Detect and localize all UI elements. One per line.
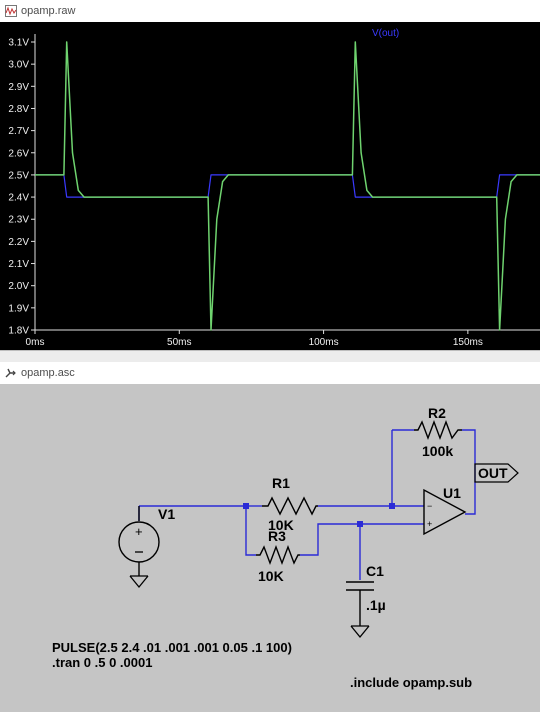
y-tick-label: 1.9V (8, 303, 29, 314)
include-directive[interactable]: .include opamp.sub (350, 675, 472, 690)
schematic-canvas[interactable]: + V1 R1 10K R3 10K R2 100k C1 .1µ − + U1… (0, 384, 540, 712)
y-tick-label: 2.3V (8, 215, 29, 226)
schematic-icon (5, 368, 16, 378)
series-line-vout[interactable] (35, 41, 540, 331)
x-tick-label: 150ms (453, 337, 483, 348)
y-tick-label: 2.9V (8, 82, 29, 93)
x-tick-label: 0ms (26, 337, 45, 348)
y-tick-label: 2.7V (8, 126, 29, 137)
y-tick-label: 2.4V (8, 193, 29, 204)
svg-text:+: + (135, 524, 143, 539)
svg-text:+: + (427, 519, 432, 529)
waveform-plot[interactable]: 3.1V 3.0V 2.9V 2.8V 2.7V 2.6V 2.5V 2.4V 2.3V 2.2V… (0, 22, 540, 350)
tran-directive[interactable]: .tran 0 .5 0 .0001 (52, 655, 152, 670)
svg-text:OUT: OUT (478, 465, 508, 481)
junction-dot (243, 503, 249, 509)
waveform-icon (5, 5, 17, 17)
series-line-input[interactable] (35, 174, 540, 198)
x-tick-label: 100ms (309, 337, 339, 348)
plot-canvas[interactable]: 3.1V 3.0V 2.9V 2.8V 2.7V 2.6V 2.5V 2.4V 2.3V 2.2V… (0, 22, 540, 350)
y-tick-label: 2.1V (8, 259, 29, 270)
y-tick-label: 2.5V (8, 170, 29, 181)
y-tick-label: 2.8V (8, 104, 29, 115)
r3-value: 10K (258, 568, 284, 584)
junction-dot (389, 503, 395, 509)
x-tick-label: 50ms (167, 337, 191, 348)
y-tick-label: 3.0V (8, 60, 29, 71)
plot-window-title: opamp.raw (21, 5, 76, 17)
c1-label: C1 (366, 563, 384, 579)
r3-label: R3 (268, 528, 286, 544)
schematic-window-title: opamp.asc (21, 367, 75, 379)
junction-dot (357, 521, 363, 527)
u1-label: U1 (443, 485, 461, 501)
r2-value: 100k (422, 443, 453, 459)
schematic-window-titlebar[interactable]: opamp.asc (0, 362, 540, 385)
plot-window-titlebar[interactable]: opamp.raw (0, 0, 540, 23)
schematic-editor[interactable]: + V1 R1 10K R3 10K R2 100k C1 .1µ − + U1… (0, 384, 540, 712)
y-tick-label: 3.1V (8, 38, 29, 49)
c1-value: .1µ (366, 597, 386, 613)
y-tick-label: 2.6V (8, 148, 29, 159)
y-tick-label: 2.0V (8, 281, 29, 292)
r2-label: R2 (428, 405, 446, 421)
v1-label: V1 (158, 506, 175, 522)
pulse-directive[interactable]: PULSE(2.5 2.4 .01 .001 .001 0.05 .1 100) (52, 640, 292, 655)
r1-label: R1 (272, 475, 290, 491)
y-tick-label: 2.2V (8, 237, 29, 248)
svg-text:−: − (427, 501, 432, 511)
trace-legend-label[interactable]: V(out) (372, 28, 399, 39)
y-tick-label: 1.8V (8, 326, 29, 337)
